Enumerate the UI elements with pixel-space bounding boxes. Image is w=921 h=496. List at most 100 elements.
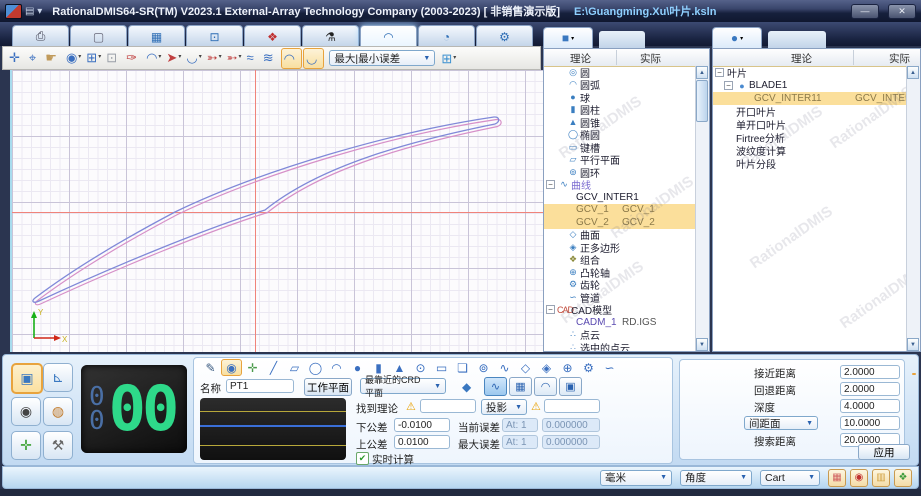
tree-item-cadm-1[interactable]: − CADM_1 RD.IGS — [544, 316, 696, 329]
tab-table[interactable]: ▦ — [128, 25, 185, 47]
dro-grid-icon[interactable]: ▦ — [828, 468, 846, 487]
circle-icon[interactable]: ◯ — [305, 359, 326, 376]
apply-button[interactable]: 应用 — [858, 444, 910, 460]
blade-tree-tab[interactable]: ● ▾ — [712, 27, 762, 48]
tab-document[interactable]: ▢ — [70, 25, 127, 47]
spacing-plane-dropdown[interactable]: 间距面 ▼ — [744, 416, 818, 430]
minimize-button[interactable]: — — [851, 3, 879, 19]
cam-icon[interactable]: ⊕ — [557, 359, 578, 376]
probe-icon[interactable]: ◆ — [462, 380, 471, 394]
fit-view-icon[interactable]: ⊞ ▾ — [84, 48, 103, 67]
feature-tree-tab[interactable]: ■ ▾ — [543, 27, 593, 48]
tab-blade[interactable]: ◠ — [360, 25, 417, 47]
graphics-viewport[interactable]: Y X — [10, 70, 543, 352]
tree-item-ellipse[interactable]: − ◯ 椭圆 — [544, 129, 696, 142]
workplane-button[interactable]: 工作平面 — [304, 378, 352, 396]
tree-item-cylinder[interactable]: − ▮ 圆柱 — [544, 104, 696, 117]
chevron-down-icon[interactable]: ▾ — [453, 50, 456, 67]
actual-column-header[interactable]: 实际 — [640, 51, 661, 66]
torus-icon[interactable]: ⊚ — [473, 359, 494, 376]
machine-button[interactable]: ⚒ — [43, 431, 73, 460]
chevron-down-icon[interactable]: ▾ — [219, 49, 222, 66]
tab-color[interactable]: ❖ — [244, 25, 301, 47]
tree-item-polygon[interactable]: − ◈ 正多边形 — [544, 241, 696, 255]
screen-icon[interactable]: ⊡ ▾ — [104, 48, 123, 67]
feature-name-input[interactable] — [226, 379, 294, 393]
probe-cube-button[interactable]: ▣ — [11, 363, 43, 394]
curve-run-icon[interactable]: ➤ ▾ — [164, 48, 183, 67]
projection-input[interactable] — [544, 399, 600, 413]
axes-button[interactable]: ✛ — [11, 431, 41, 460]
scroll-up-icon[interactable]: ▲ — [696, 66, 708, 79]
chevron-down-icon[interactable]: ▾ — [178, 49, 181, 66]
pan-icon[interactable]: ✛ ▾ — [7, 48, 26, 67]
curve-icon[interactable]: ∿ — [494, 359, 515, 376]
curve-compare2-icon[interactable]: ≋ ▾ — [261, 48, 280, 67]
tree-header[interactable]: 理论 实际 — [544, 49, 709, 67]
chevron-down-icon[interactable]: ▾ — [98, 49, 101, 66]
scroll-thumb[interactable] — [696, 80, 708, 122]
tree-item-gcv-1[interactable]: − GCV_1 GCV_1 — [544, 203, 696, 216]
graph-view-toggle[interactable]: ∿ — [484, 377, 507, 396]
find-theory-input[interactable] — [420, 399, 476, 413]
tree-item-camshaft[interactable]: − ⊕ 凸轮轴 — [544, 266, 696, 280]
tree-item-gcv-2[interactable]: − GCV_2 GCV_2 — [544, 216, 696, 229]
param-input[interactable] — [840, 382, 900, 396]
tree-item-blade1[interactable]: − ● BLADE1 — [713, 79, 907, 92]
crd-plane-dropdown[interactable]: 最靠近的CRD平面 ▼ — [360, 375, 446, 398]
zoom-window-icon[interactable]: ⌖ ▾ — [27, 48, 42, 67]
measured-curve-icon[interactable]: ◡ ▾ — [302, 47, 325, 69]
expander-icon[interactable]: − — [715, 68, 724, 77]
probe-status-icon[interactable]: ◉ — [850, 468, 868, 487]
projection-dropdown[interactable]: 投影 ▼ — [481, 399, 527, 415]
gear-side-icon[interactable] — [911, 373, 916, 375]
helmet-button[interactable]: ◍ — [43, 397, 73, 426]
curve-path-icon[interactable]: ➳ ▾ — [205, 48, 224, 67]
box-view-toggle[interactable]: ▣ — [559, 377, 582, 396]
point-icon[interactable]: ◉ — [221, 359, 242, 376]
view-orient-icon[interactable]: ◉ ▾ — [64, 48, 83, 67]
coord-system-dropdown[interactable]: Cart ▼ — [760, 469, 820, 486]
slot-icon[interactable]: ▭ — [431, 359, 452, 376]
expander-icon[interactable]: − — [724, 81, 733, 90]
curve-compare-icon[interactable]: ≈ ▾ — [245, 48, 260, 67]
realtime-checkbox[interactable]: ✔ — [356, 452, 369, 465]
param-input[interactable] — [840, 365, 900, 379]
curve-scan2-icon[interactable]: ➵ ▾ — [225, 48, 244, 67]
tab-settings[interactable]: ⚙ — [476, 25, 533, 47]
polygon-icon[interactable]: ◈ — [536, 359, 557, 376]
actual-column-header[interactable]: 实际 — [889, 51, 910, 66]
gear-icon[interactable]: ⚙ — [578, 359, 599, 376]
tree-item-sphere[interactable]: − ● 球 — [544, 91, 696, 105]
arc-view-toggle[interactable]: ◠ — [534, 377, 557, 396]
theory-column-header[interactable]: 理论 — [570, 51, 591, 66]
chevron-down-icon[interactable]: ▾ — [158, 49, 161, 66]
curve-eval-icon[interactable]: ◡ ▾ — [184, 48, 203, 67]
tools-status-icon[interactable]: ❖ — [894, 468, 912, 487]
tree-item-torus[interactable]: − ⊚ 圆环 — [544, 166, 696, 180]
tree-item-slot[interactable]: − ▭ 键槽 — [544, 141, 696, 155]
tree-item-cone[interactable]: − ▲ 圆锥 — [544, 116, 696, 130]
expander-icon[interactable]: − — [546, 305, 555, 315]
graph-status-icon[interactable]: ▥ — [872, 468, 890, 487]
expander-icon[interactable]: − — [546, 180, 555, 190]
surface-icon[interactable]: ◇ — [515, 359, 536, 376]
chevron-down-icon[interactable]: ▾ — [239, 49, 242, 66]
tree-scrollbar[interactable]: ▲ ▼ — [906, 66, 920, 351]
line-icon[interactable]: ╱ — [263, 359, 284, 376]
hand-pan-icon[interactable]: ☛ ▾ — [43, 48, 63, 67]
tree-item-gear[interactable]: − ⚙ 齿轮 — [544, 279, 696, 292]
tree-item-gcv-inter1[interactable]: − GCV_INTER1 — [544, 191, 696, 204]
scroll-down-icon[interactable]: ▼ — [696, 338, 708, 351]
error-mode-dropdown[interactable]: 最大|最小误差 ▼ — [329, 50, 436, 66]
tab-machine[interactable]: ⎙ — [12, 25, 69, 47]
scroll-down-icon[interactable]: ▼ — [907, 338, 919, 351]
tab-face[interactable]: ◔ — [418, 25, 475, 47]
tree-item-blade-root[interactable]: − 叶片 — [713, 66, 907, 80]
param-input[interactable] — [840, 399, 900, 413]
chevron-down-icon[interactable]: ▾ — [199, 49, 202, 66]
tree-item-pipe[interactable]: − ∽ 管道 — [544, 291, 696, 305]
plane-icon[interactable]: ▱ — [284, 359, 305, 376]
tree-item-surface[interactable]: − ◇ 曲面 — [544, 229, 696, 242]
close-button[interactable]: ✕ — [888, 3, 916, 19]
